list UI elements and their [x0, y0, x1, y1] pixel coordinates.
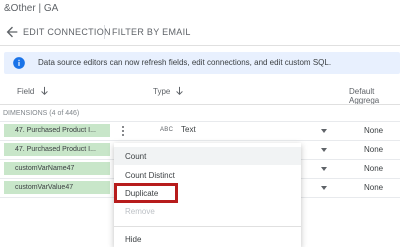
header-divider	[0, 104, 400, 105]
column-header-type[interactable]: Type	[153, 87, 170, 96]
more-vert-icon[interactable]	[120, 125, 126, 137]
menu-item-count[interactable]: Count	[125, 152, 146, 161]
dimensions-count-label: DIMENSIONS (4 of 446)	[3, 110, 80, 117]
field-chip[interactable]: customVarValue47	[4, 181, 110, 194]
row-divider	[0, 140, 400, 141]
aggregation-select[interactable]: None	[364, 164, 383, 173]
caret-down-icon[interactable]	[321, 167, 327, 171]
field-chip[interactable]: customVarName47	[4, 162, 110, 175]
type-select[interactable]: Text	[181, 125, 196, 134]
info-banner-text: Data source editors can now refresh fiel…	[38, 58, 332, 67]
duplicate-highlight-box	[114, 183, 178, 203]
aggregation-select[interactable]: None	[364, 183, 383, 192]
info-banner: Data source editors can now refresh fiel…	[4, 52, 400, 74]
field-context-menu: Count Count Distinct Duplicate Remove Hi…	[114, 143, 301, 247]
caret-down-icon[interactable]	[321, 186, 327, 190]
menu-item-hide[interactable]: Hide	[125, 235, 141, 244]
menu-item-count-distinct[interactable]: Count Distinct	[125, 171, 175, 180]
menu-divider	[114, 226, 301, 227]
row-divider	[0, 121, 400, 122]
aggregation-select[interactable]: None	[364, 126, 383, 135]
text-type-icon: ABC	[160, 127, 174, 133]
filter-by-email-button[interactable]: FILTER BY EMAIL	[112, 27, 191, 37]
aggregation-select[interactable]: None	[364, 145, 383, 154]
window-title: &Other | GA	[4, 3, 59, 14]
toolbar: EDIT CONNECTION FILTER BY EMAIL	[0, 20, 400, 46]
menu-item-remove: Remove	[125, 207, 155, 216]
edit-connection-button[interactable]: EDIT CONNECTION	[23, 27, 111, 37]
caret-down-icon[interactable]	[321, 129, 327, 133]
field-chip[interactable]: 47. Purchased Product I...	[4, 143, 110, 156]
column-header-field[interactable]: Field	[17, 87, 34, 96]
toolbar-divider	[104, 25, 105, 39]
sort-arrow-icon[interactable]	[175, 86, 184, 96]
info-icon	[13, 57, 25, 69]
field-chip[interactable]: 47. Purchased Product I...	[4, 124, 110, 137]
back-arrow-icon[interactable]	[4, 24, 20, 40]
caret-down-icon[interactable]	[321, 148, 327, 152]
sort-arrow-icon[interactable]	[40, 86, 49, 96]
column-header-default-aggregation[interactable]: Default Aggrega	[349, 87, 400, 105]
